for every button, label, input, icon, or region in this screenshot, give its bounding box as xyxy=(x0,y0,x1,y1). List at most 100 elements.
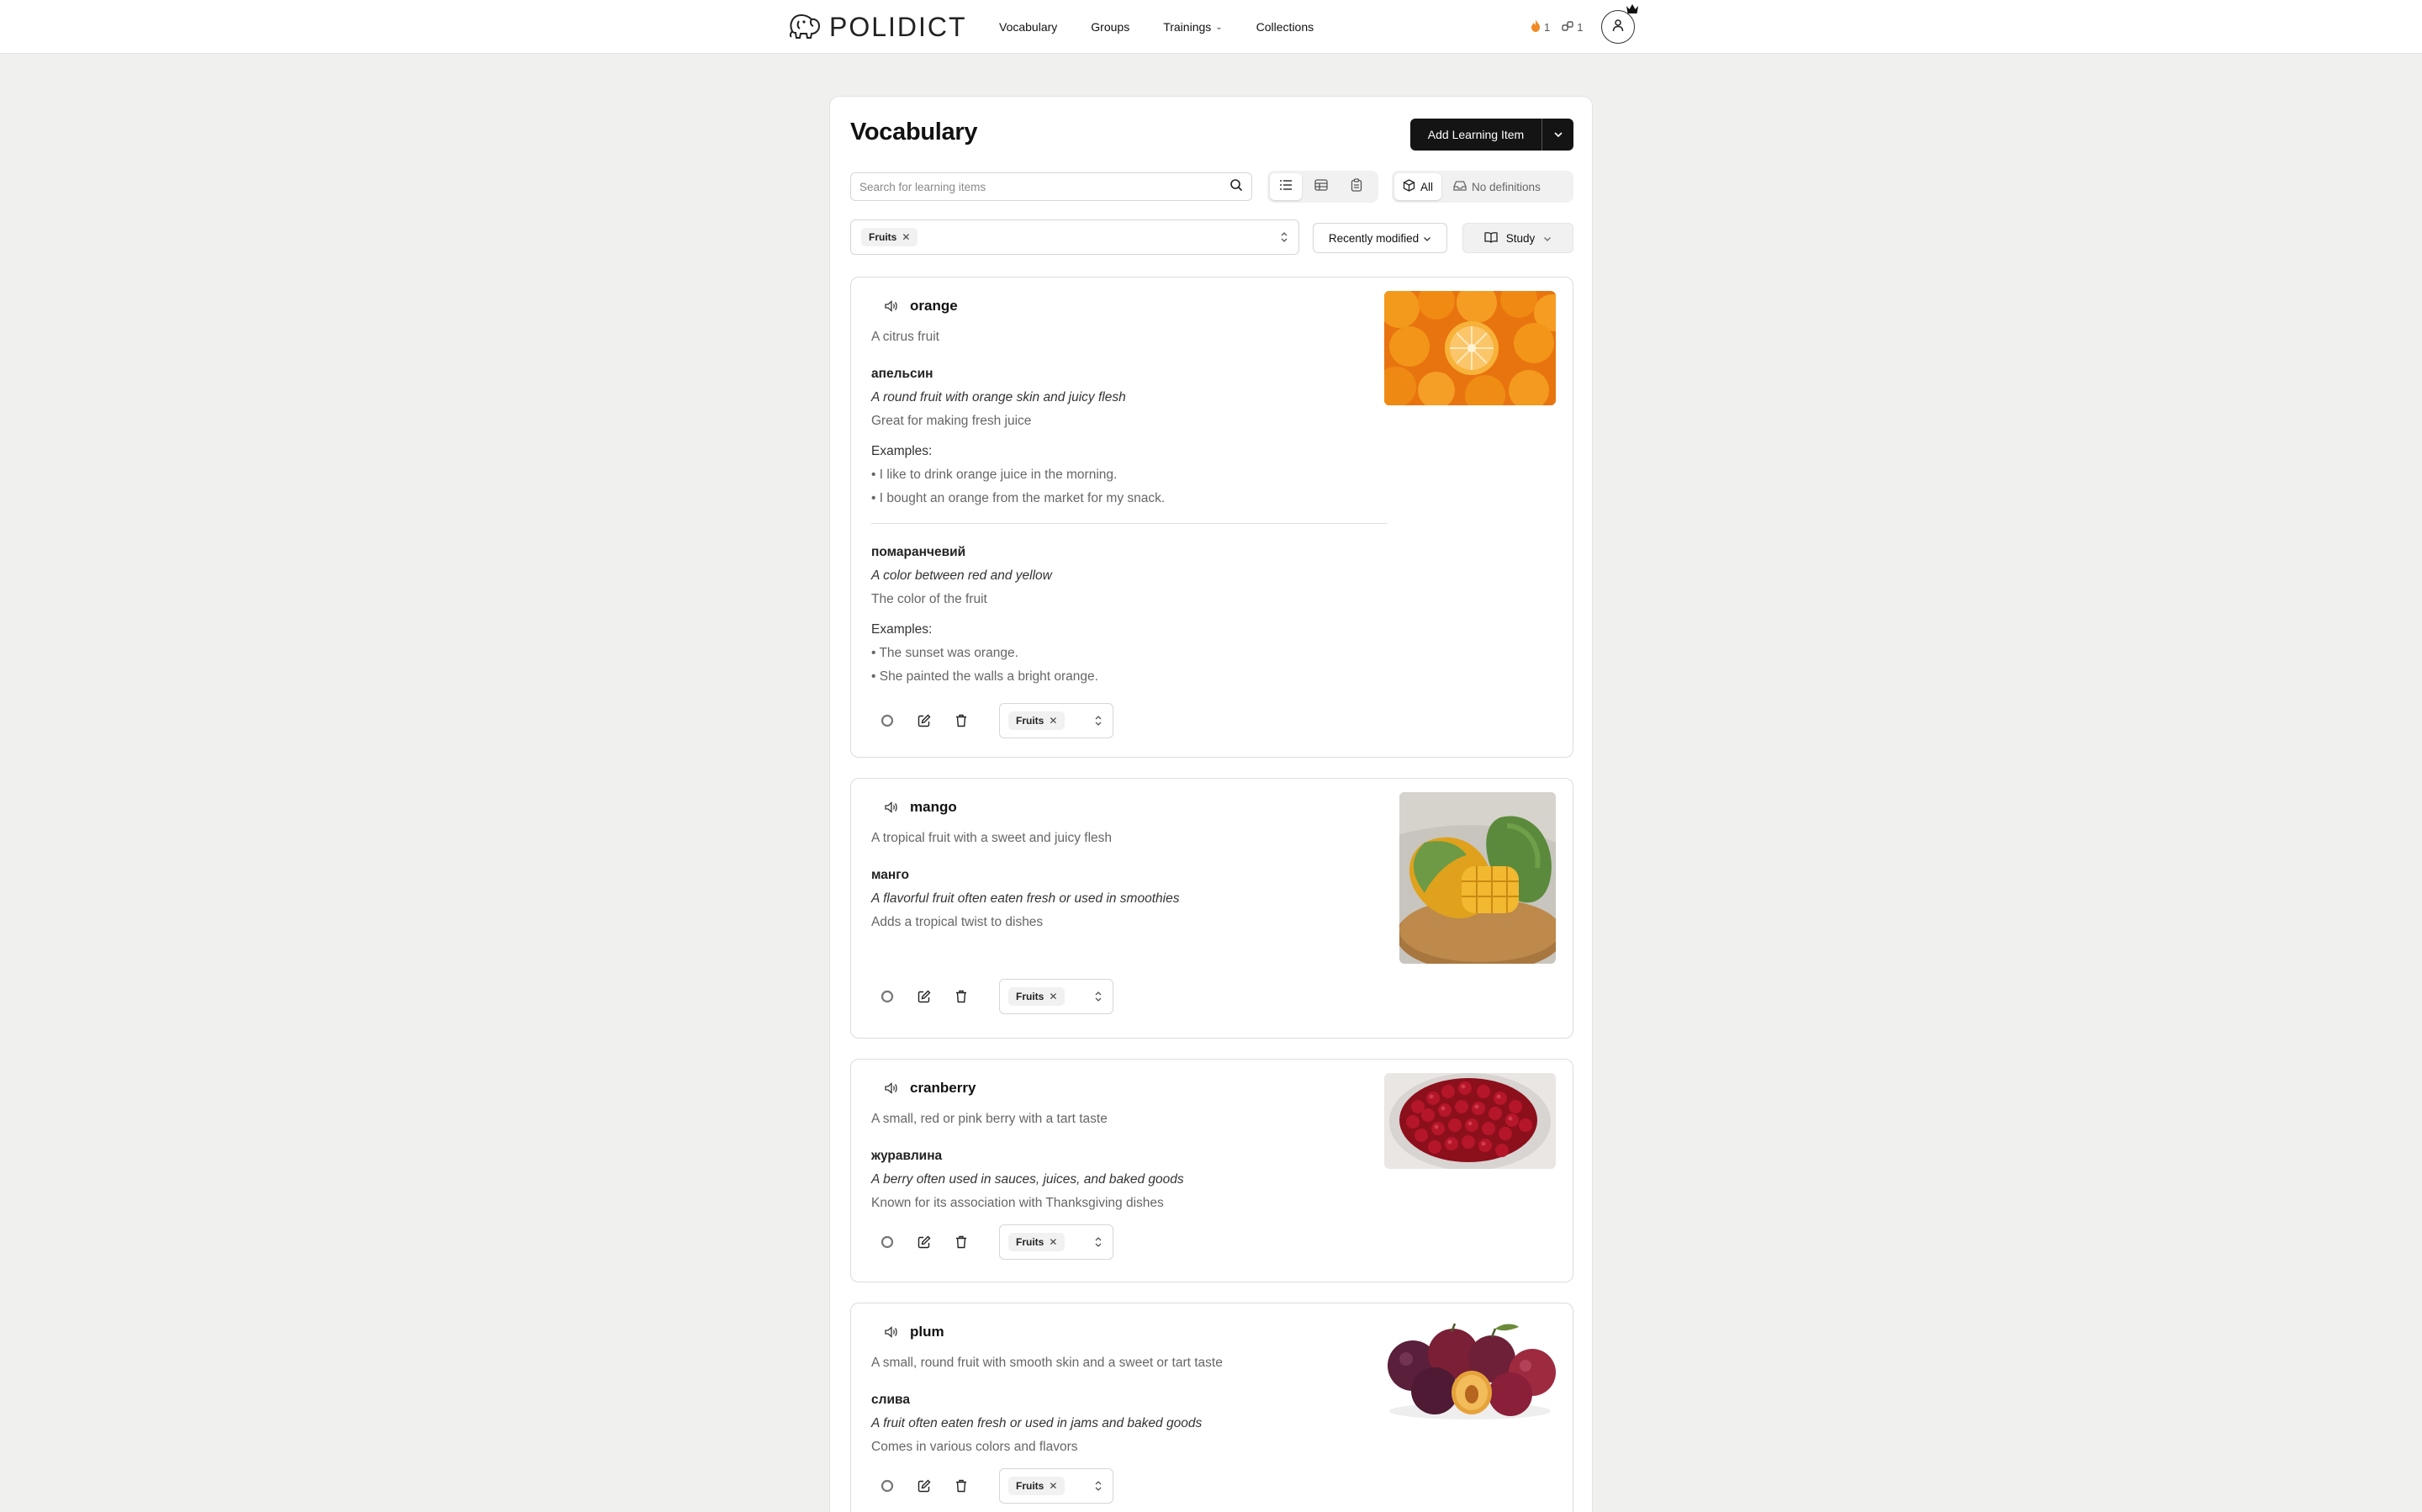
book-open-icon xyxy=(1484,231,1498,246)
close-icon[interactable]: ✕ xyxy=(1049,715,1057,727)
add-options-dropdown[interactable] xyxy=(1542,119,1573,151)
term-text: cranberry xyxy=(910,1080,976,1096)
group-chip: Fruits ✕ xyxy=(1008,1233,1066,1251)
example-item: • The sunset was orange. xyxy=(871,646,1018,660)
elephant-logo-icon xyxy=(787,11,822,44)
card-group-select[interactable]: Fruits ✕ xyxy=(999,979,1113,1014)
edit-icon[interactable] xyxy=(915,987,933,1006)
app-name: POLIDICT xyxy=(829,11,967,42)
nav-groups[interactable]: Groups xyxy=(1091,20,1129,34)
speaker-icon[interactable] xyxy=(885,801,898,813)
inbox-icon xyxy=(1453,180,1467,194)
page-title: Vocabulary xyxy=(850,119,978,145)
close-icon[interactable]: ✕ xyxy=(1049,991,1057,1002)
card-group-select[interactable]: Fruits ✕ xyxy=(999,703,1113,738)
term-text: orange xyxy=(910,298,958,314)
translation-note: Comes in various colors and flavors xyxy=(871,1440,1078,1454)
translation-definition: A color between red and yellow xyxy=(871,568,1052,583)
clipboard-icon xyxy=(1351,177,1362,196)
sort-dropdown[interactable]: Recently modified xyxy=(1313,223,1447,253)
term-description: A small, red or pink berry with a tart t… xyxy=(871,1112,1108,1126)
filter-no-definitions-label: No definitions xyxy=(1472,180,1541,193)
translation-word: помаранчевий xyxy=(871,545,966,559)
edit-icon[interactable] xyxy=(915,1233,933,1251)
translation-definition: A fruit often eaten fresh or used in jam… xyxy=(871,1416,1203,1430)
learned-toggle-circle-icon[interactable] xyxy=(878,711,896,730)
example-item: • I bought an orange from the market for… xyxy=(871,491,1166,505)
group-chip-label: Fruits xyxy=(1016,1236,1044,1248)
card-group-select[interactable]: Fruits ✕ xyxy=(999,1468,1113,1504)
search-input[interactable] xyxy=(859,180,1230,193)
example-item: • I like to drink orange juice in the mo… xyxy=(871,468,1118,482)
links-count: 1 xyxy=(1577,20,1584,34)
translation-word: апельсин xyxy=(871,367,933,381)
speaker-icon[interactable] xyxy=(885,1326,898,1338)
learned-toggle-circle-icon[interactable] xyxy=(878,1233,896,1251)
speaker-icon[interactable] xyxy=(885,300,898,312)
close-icon[interactable]: ✕ xyxy=(1049,1480,1057,1492)
chevron-down-icon: ⌄ xyxy=(1215,22,1223,32)
examples-heading: Examples: xyxy=(871,444,933,458)
group-chip-label: Fruits xyxy=(1016,1480,1044,1492)
learned-toggle-circle-icon[interactable] xyxy=(878,987,896,1006)
list-view-button[interactable] xyxy=(1270,173,1302,200)
user-avatar-button[interactable] xyxy=(1601,4,1639,44)
app-logo[interactable]: POLIDICT xyxy=(787,11,967,44)
term-row: cranberry xyxy=(885,1080,976,1097)
filter-no-definitions-button[interactable]: No definitions xyxy=(1445,173,1549,200)
nav-trainings[interactable]: Trainings ⌄ xyxy=(1163,20,1222,34)
examples-heading: Examples: xyxy=(871,622,933,637)
table-icon xyxy=(1314,178,1328,195)
speaker-icon[interactable] xyxy=(885,1082,898,1094)
close-icon[interactable]: ✕ xyxy=(1049,1236,1057,1248)
term-text: mango xyxy=(910,799,957,815)
group-chip: Fruits ✕ xyxy=(1008,711,1066,730)
group-chip: Fruits ✕ xyxy=(1008,1477,1066,1495)
study-button[interactable]: Study xyxy=(1462,223,1573,253)
term-description: A tropical fruit with a sweet and juicy … xyxy=(871,831,1113,845)
vocabulary-card: plum A small, round fruit with smooth sk… xyxy=(850,1303,1573,1512)
translation-note: Adds a tropical twist to dishes xyxy=(871,915,1044,929)
list-icon xyxy=(1279,179,1293,195)
group-filter-select[interactable]: Fruits ✕ xyxy=(850,219,1299,255)
mango-image xyxy=(1399,792,1556,964)
links-counter[interactable]: 1 xyxy=(1562,20,1583,34)
vocabulary-card: cranberry A small, red or pink berry wit… xyxy=(850,1059,1573,1282)
trash-icon[interactable] xyxy=(952,1477,970,1495)
card-actions: Fruits ✕ xyxy=(878,979,1113,1014)
filter-all-label: All xyxy=(1420,180,1434,193)
trash-icon[interactable] xyxy=(952,711,970,730)
term-text: plum xyxy=(910,1324,944,1340)
nav-collections[interactable]: Collections xyxy=(1256,20,1314,34)
cube-icon xyxy=(1403,179,1415,194)
card-actions: Fruits ✕ xyxy=(878,703,1113,738)
edit-icon[interactable] xyxy=(915,711,933,730)
trash-icon[interactable] xyxy=(952,987,970,1006)
learned-toggle-circle-icon[interactable] xyxy=(878,1477,896,1495)
group-chip-label: Fruits xyxy=(869,231,897,243)
trash-icon[interactable] xyxy=(952,1233,970,1251)
group-chip-label: Fruits xyxy=(1016,991,1044,1002)
table-view-button[interactable] xyxy=(1305,173,1337,200)
chevron-up-down-icon xyxy=(1094,715,1103,727)
filter-all-button[interactable]: All xyxy=(1394,173,1442,200)
group-chip: Fruits ✕ xyxy=(861,228,918,246)
oranges-image xyxy=(1384,291,1556,405)
sort-label: Recently modified xyxy=(1328,231,1420,245)
add-learning-item-button[interactable]: Add Learning Item xyxy=(1410,119,1573,151)
user-area: 1 1 xyxy=(1531,0,1639,54)
nav-vocabulary[interactable]: Vocabulary xyxy=(999,20,1057,34)
edit-icon[interactable] xyxy=(915,1477,933,1495)
search-icon[interactable] xyxy=(1230,178,1243,196)
streak-counter[interactable]: 1 xyxy=(1531,19,1550,34)
close-icon[interactable]: ✕ xyxy=(902,231,910,243)
translation-note: Known for its association with Thanksgiv… xyxy=(871,1196,1164,1210)
translation-word: слива xyxy=(871,1393,910,1407)
card-group-select[interactable]: Fruits ✕ xyxy=(999,1224,1113,1260)
search-box xyxy=(850,172,1252,201)
term-row: plum xyxy=(885,1324,944,1340)
study-label: Study xyxy=(1505,231,1536,245)
term-row: mango xyxy=(885,799,957,816)
cards-view-button[interactable] xyxy=(1341,173,1372,200)
link-icon xyxy=(1562,20,1573,34)
